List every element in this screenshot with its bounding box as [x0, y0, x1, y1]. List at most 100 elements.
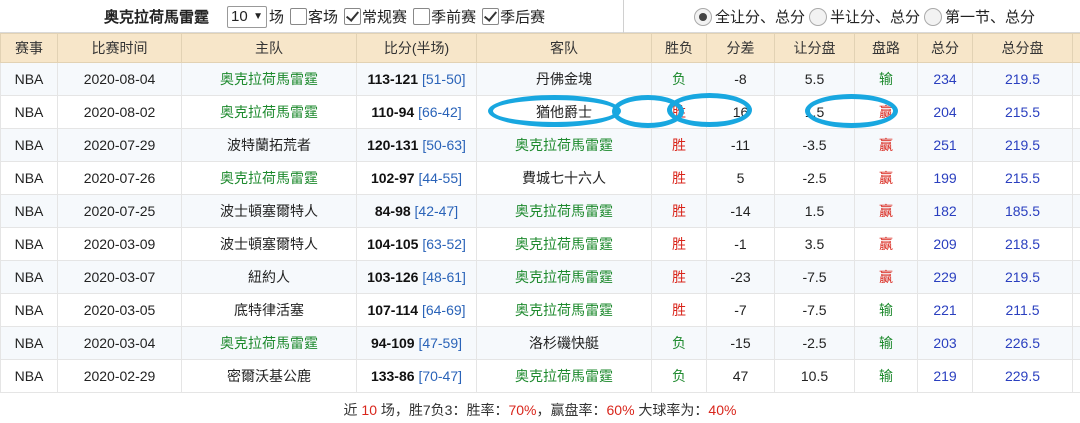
cell-home-team[interactable]: 密爾沃基公鹿 — [181, 359, 357, 393]
cell-away-team[interactable]: 奥克拉荷馬雷霆 — [476, 128, 652, 162]
handicap-option-2[interactable]: 第一节、总分 — [924, 6, 1035, 27]
radio-label: 全让分、总分 — [715, 9, 806, 26]
cell-result: 负 — [651, 359, 707, 393]
half-score: [50-63] — [422, 137, 466, 153]
checkbox-label: 季前赛 — [431, 9, 477, 26]
column-header[interactable]: 比赛时间 — [57, 33, 182, 63]
cell-total: 203 — [917, 326, 973, 360]
radio-unselected[interactable] — [809, 7, 828, 26]
checkbox-unchecked[interactable] — [413, 8, 431, 25]
cell-away-team[interactable]: 洛杉磯快艇 — [476, 326, 652, 360]
table-row[interactable]: NBA 2020-03-04 奥克拉荷馬雷霆 94-109 [47-59] 洛杉磯快艇负… — [0, 326, 1080, 360]
cell-home-team[interactable]: 奥克拉荷馬雷霆 — [181, 62, 357, 96]
summary-ats-rate: 60% — [606, 402, 635, 418]
table-row[interactable]: NBA 2020-08-04 奥克拉荷馬雷霆 113-121 [51-50] 丹佛金塊负… — [0, 62, 1080, 96]
cell-home-team[interactable]: 波特蘭拓荒者 — [181, 128, 357, 162]
table-row[interactable]: NBA 2020-03-09 波士頓塞爾特人 104-105 [63-52] 奥克拉荷馬… — [0, 227, 1080, 261]
cell-league: NBA — [0, 161, 58, 195]
checkbox-label: 客场 — [308, 9, 339, 26]
cell-away-team[interactable]: 奥克拉荷馬雷霆 — [476, 293, 652, 327]
column-header[interactable]: 让分盘 — [774, 33, 855, 63]
cell-ats: 赢 — [854, 227, 918, 261]
full-score: 103-126 — [367, 269, 419, 285]
cell-result: 胜 — [651, 95, 707, 129]
cell-away-team[interactable]: 奥克拉荷馬雷霆 — [476, 359, 652, 393]
cell-spread: -7.5 — [774, 293, 855, 327]
column-header[interactable]: 分差 — [706, 33, 775, 63]
cell-result: 胜 — [651, 227, 707, 261]
cell-result: 胜 — [651, 194, 707, 228]
cell-date: 2020-03-04 — [57, 326, 182, 360]
table-row[interactable]: NBA 2020-07-25 波士頓塞爾特人 84-98 [42-47] 奥克拉荷馬雷霆… — [0, 194, 1080, 228]
column-header[interactable]: 总分盘 — [972, 33, 1073, 63]
table-row[interactable]: NBA 2020-02-29 密爾沃基公鹿 133-86 [70-47] 奥克拉荷馬雷霆… — [0, 359, 1080, 393]
column-header[interactable]: 盘路 — [1072, 33, 1080, 63]
game-count-value: 10 — [231, 8, 248, 25]
table-row[interactable]: NBA 2020-07-29 波特蘭拓荒者 120-131 [50-63] 奥克拉荷馬雷… — [0, 128, 1080, 162]
cell-home-team[interactable]: 底特律活塞 — [181, 293, 357, 327]
summary-win-rate: 70% — [508, 402, 537, 418]
column-header[interactable]: 胜负 — [651, 33, 707, 63]
cell-ats: 赢 — [854, 260, 918, 294]
filter-option-0[interactable]: 客场 — [290, 6, 338, 27]
filter-option-2[interactable]: 季前赛 — [413, 6, 476, 27]
cell-total: 209 — [917, 227, 973, 261]
cell-total-line: 185.5 — [972, 194, 1073, 228]
cell-home-team[interactable]: 奥克拉荷馬雷霆 — [181, 95, 357, 129]
table-row[interactable]: NBA 2020-08-02 奥克拉荷馬雷霆 110-94 [66-42] 猶他爵士胜 1… — [0, 95, 1080, 129]
half-score: [51-50] — [421, 71, 466, 87]
full-score: 133-86 — [370, 368, 415, 384]
checkbox-unchecked[interactable] — [290, 8, 308, 25]
cell-diff: -15 — [706, 326, 775, 360]
cell-ats: 赢 — [854, 128, 918, 162]
cell-away-team[interactable]: 費城七十六人 — [476, 161, 652, 195]
cell-away-team[interactable]: 丹佛金塊 — [476, 62, 652, 96]
half-score: [47-59] — [418, 335, 463, 351]
table-row[interactable]: NBA 2020-03-05 底特律活塞 107-114 [64-69] 奥克拉荷馬雷霆… — [0, 293, 1080, 327]
column-header[interactable]: 总分 — [917, 33, 973, 63]
checkbox-checked[interactable] — [344, 8, 362, 25]
handicap-option-0[interactable]: 全让分、总分 — [694, 6, 805, 27]
cell-away-team[interactable]: 奥克拉荷馬雷霆 — [476, 227, 652, 261]
handicap-option-1[interactable]: 半让分、总分 — [809, 6, 920, 27]
radio-selected[interactable] — [694, 7, 712, 26]
cell-score: 84-98 [42-47] — [356, 194, 477, 228]
cell-home-team[interactable]: 奥克拉荷馬雷霆 — [181, 161, 357, 195]
filter-option-3[interactable]: 季后赛 — [482, 6, 545, 27]
half-score: [70-47] — [418, 368, 463, 384]
dropdown-arrow-icon: ▼ — [253, 11, 264, 22]
cell-result: 胜 — [651, 128, 707, 162]
column-header[interactable]: 客队 — [476, 33, 652, 63]
cell-result: 胜 — [651, 260, 707, 294]
table-row[interactable]: NBA 2020-07-26 奥克拉荷馬雷霆 102-97 [44-55] 費城七十六人… — [0, 161, 1080, 195]
cell-home-team[interactable]: 波士頓塞爾特人 — [181, 194, 357, 228]
cell-over-under: 小 — [1072, 359, 1080, 393]
table-row[interactable]: NBA 2020-03-07 紐約人 103-126 [48-61] 奥克拉荷馬雷霆胜 -… — [0, 260, 1080, 294]
table-header-row: 赛事比赛时间主队比分(半场)客队胜负分差让分盘盘路总分总分盘盘路 — [0, 33, 1080, 63]
column-header[interactable]: 比分(半场) — [356, 33, 477, 63]
summary-prefix: 近 — [343, 402, 362, 418]
cell-home-team[interactable]: 紐約人 — [181, 260, 357, 294]
cell-diff: 5 — [706, 161, 775, 195]
cell-home-team[interactable]: 波士頓塞爾特人 — [181, 227, 357, 261]
checkbox-checked[interactable] — [482, 8, 500, 25]
cell-away-team[interactable]: 奥克拉荷馬雷霆 — [476, 260, 652, 294]
cell-away-team[interactable]: 猶他爵士 — [476, 95, 652, 129]
half-score: [42-47] — [414, 203, 459, 219]
cell-over-under: 大 — [1072, 293, 1080, 327]
full-score: 102-97 — [370, 170, 415, 186]
column-header[interactable]: 盘路 — [854, 33, 918, 63]
column-header[interactable]: 赛事 — [0, 33, 58, 63]
cell-league: NBA — [0, 227, 58, 261]
cell-away-team[interactable]: 奥克拉荷馬雷霆 — [476, 194, 652, 228]
cell-date: 2020-02-29 — [57, 359, 182, 393]
cell-ats: 赢 — [854, 95, 918, 129]
filter-left: 奥克拉荷馬雷霆 10 ▼ 场 客场 常规赛 季前赛 季后赛 — [0, 0, 624, 33]
column-header[interactable]: 主队 — [181, 33, 357, 63]
filter-option-1[interactable]: 常规赛 — [344, 6, 407, 27]
cell-spread: -2.5 — [774, 161, 855, 195]
game-count-select[interactable]: 10 ▼ — [227, 5, 268, 28]
radio-unselected[interactable] — [924, 7, 943, 26]
half-score: [44-55] — [418, 170, 463, 186]
cell-home-team[interactable]: 奥克拉荷馬雷霆 — [181, 326, 357, 360]
